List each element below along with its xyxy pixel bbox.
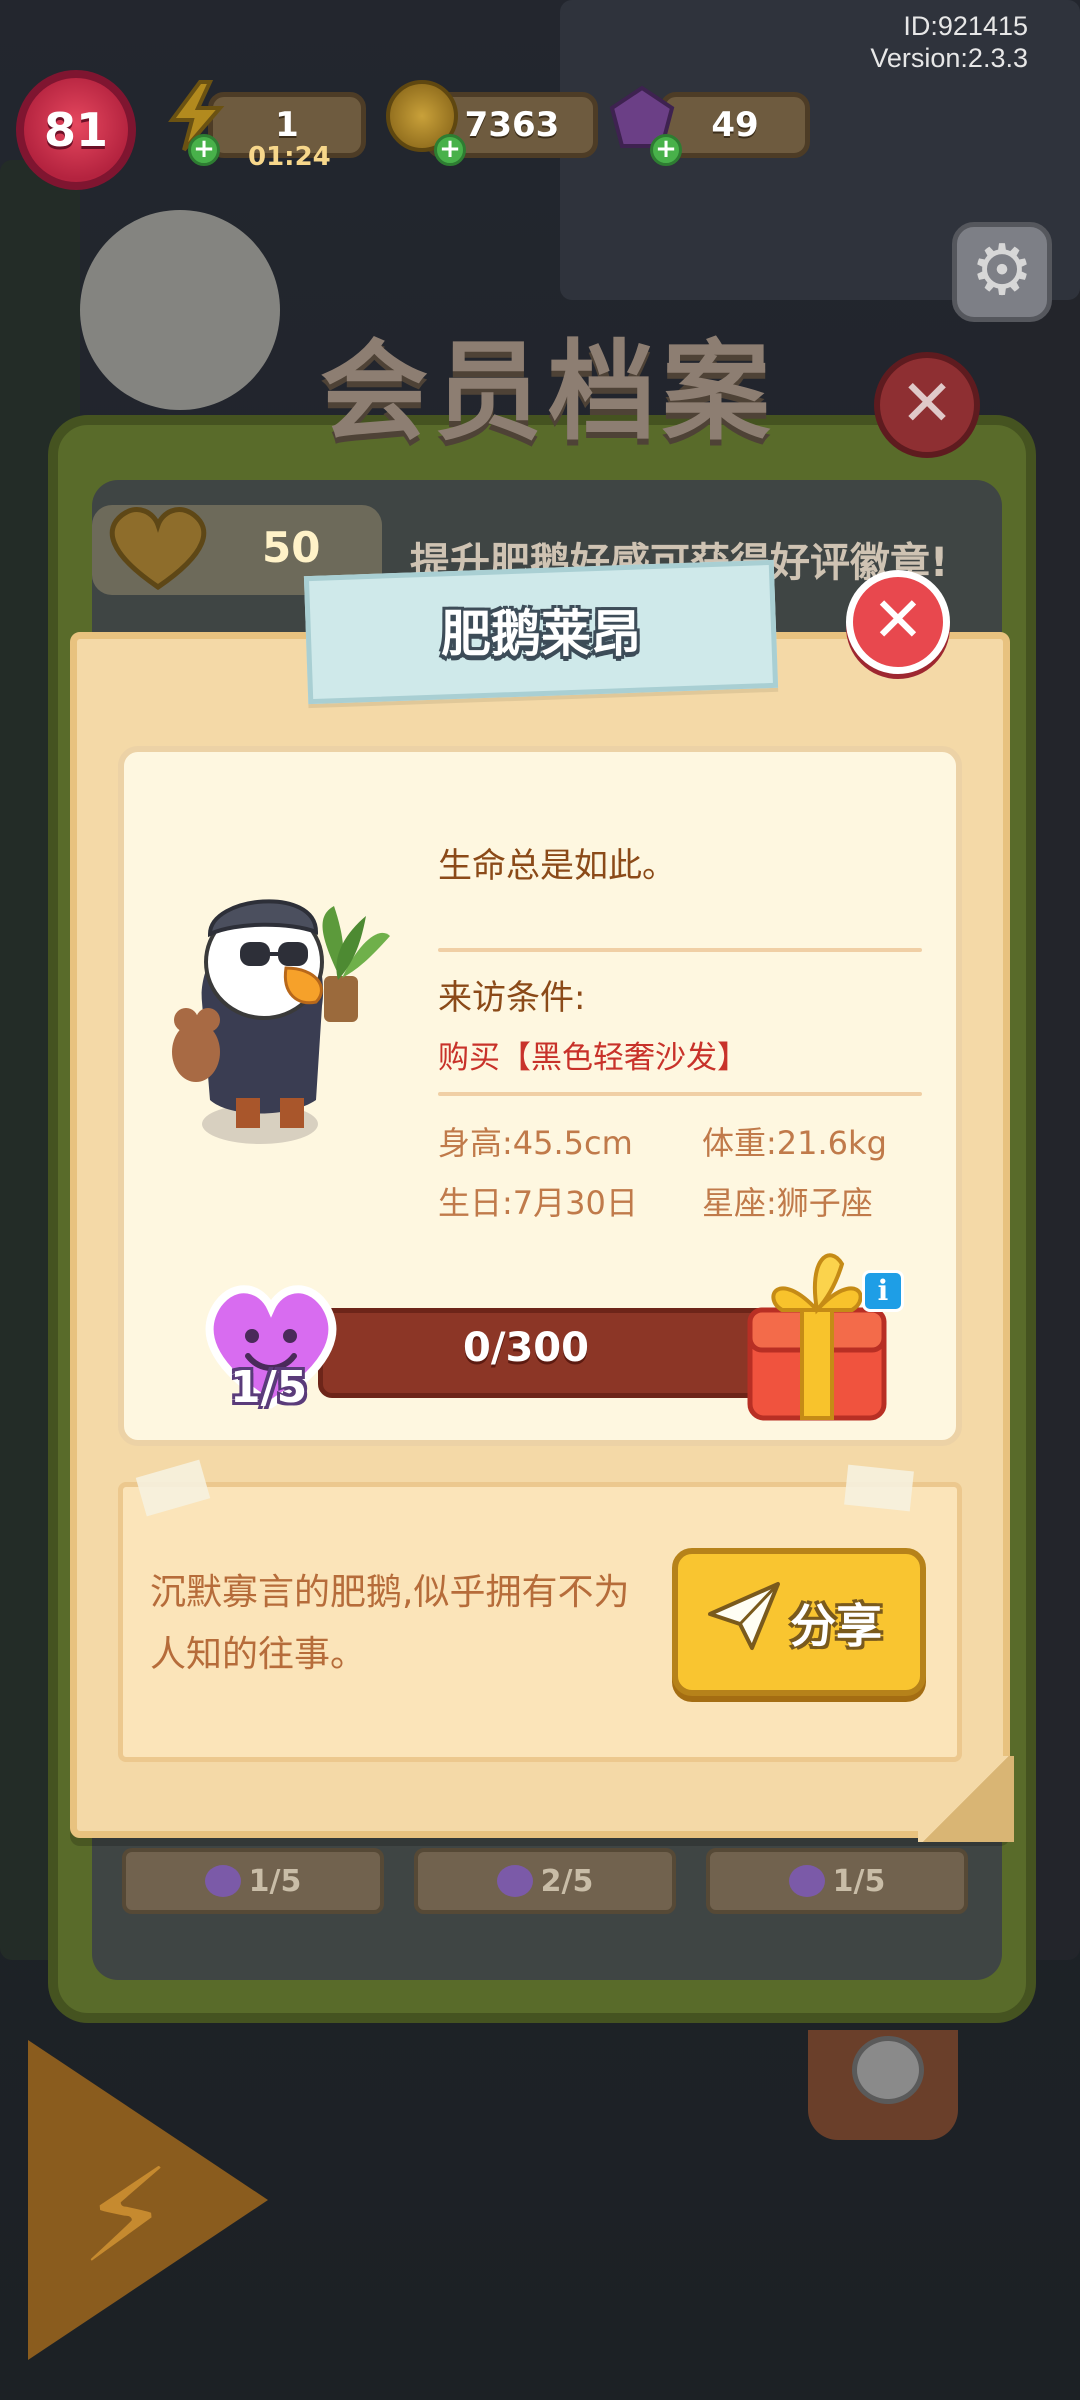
- character-description: 沉默寡言的肥鹅,似乎拥有不为人知的往事。: [150, 1572, 630, 1675]
- affection-progress-text: 0/300: [463, 1325, 589, 1371]
- visit-condition-value: 购买【黑色轻奢沙发】: [438, 1040, 748, 1076]
- archive-slot-level: 2/5: [540, 1863, 594, 1899]
- player-level: 81: [43, 103, 108, 157]
- info-icon[interactable]: i: [862, 1270, 904, 1312]
- birthday-stat: 生日:7月30日: [438, 1184, 638, 1222]
- build-info: ID:921415 Version:2.3.3: [870, 10, 1028, 74]
- weight-stat: 体重:21.6kg: [702, 1124, 887, 1162]
- gem-counter[interactable]: 49: [660, 92, 810, 158]
- paper-plane-icon: [708, 1582, 780, 1650]
- energy-value: 1: [275, 105, 299, 145]
- archive-slot[interactable]: 1/5: [706, 1848, 968, 1914]
- archive-close-button[interactable]: ✕: [874, 352, 980, 458]
- gem-add-button[interactable]: +: [650, 134, 682, 166]
- affection-level: 1/5: [230, 1362, 308, 1413]
- mini-heart-icon: [204, 1865, 241, 1897]
- settings-gear-icon[interactable]: ⚙: [952, 222, 1052, 322]
- divider: [438, 948, 922, 952]
- player-level-badge[interactable]: 81: [16, 70, 136, 190]
- gem-value: 49: [711, 105, 759, 145]
- share-button-label: 分享: [790, 1599, 882, 1653]
- mini-heart-icon: [496, 1865, 533, 1897]
- archive-title: 会员档案: [320, 330, 777, 455]
- lightning-icon: ⚡: [80, 2140, 172, 2292]
- tape-decoration: [844, 1464, 914, 1512]
- heart-icon: [109, 507, 207, 591]
- coin-value: 7363: [464, 105, 560, 145]
- character-name: 肥鹅莱昂: [441, 605, 641, 663]
- archive-slot[interactable]: 2/5: [414, 1848, 676, 1914]
- character-quote: 生命总是如此。: [438, 846, 676, 886]
- archive-slot-level: 1/5: [832, 1863, 886, 1899]
- goose-character-portrait: [172, 899, 390, 1144]
- height-stat: 身高:45.5cm: [438, 1124, 633, 1162]
- mini-heart-icon: [788, 1865, 825, 1897]
- version-label: Version:2.3.3: [870, 43, 1028, 73]
- energy-timer: 01:24: [248, 142, 331, 172]
- archive-heart-score-value: 50: [262, 523, 321, 572]
- archive-slot-level: 1/5: [248, 1863, 302, 1899]
- visit-condition-label: 来访条件:: [438, 978, 586, 1018]
- energy-add-button[interactable]: +: [188, 134, 220, 166]
- archive-goose-mascot: [80, 210, 280, 410]
- gift-box-icon[interactable]: [738, 1238, 896, 1424]
- close-button[interactable]: ✕: [846, 570, 950, 674]
- bottom-toggle[interactable]: [808, 2030, 958, 2140]
- player-id: ID:921415: [903, 11, 1028, 41]
- archive-slot[interactable]: 1/5: [122, 1848, 384, 1914]
- divider: [438, 1092, 922, 1096]
- coin-add-button[interactable]: +: [434, 134, 466, 166]
- zodiac-stat: 星座:狮子座: [702, 1184, 873, 1222]
- page-fold-corner: [918, 1756, 1014, 1842]
